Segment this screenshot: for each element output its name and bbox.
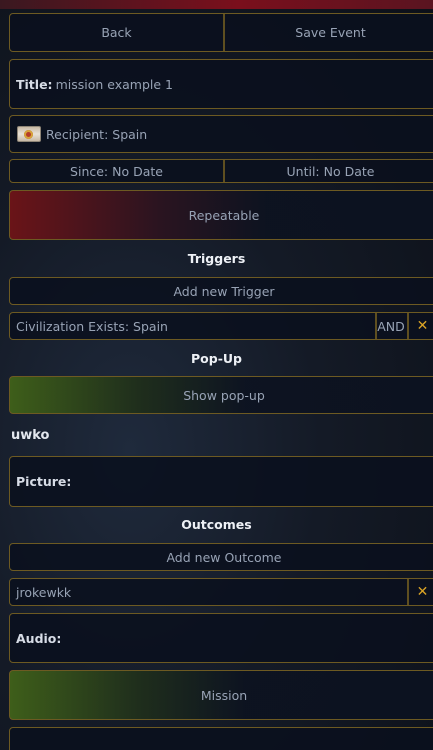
trigger-operator: AND: [377, 318, 405, 334]
show-popup-toggle[interactable]: Show pop-up: [9, 376, 433, 414]
since-date-button[interactable]: Since: No Date: [10, 160, 223, 182]
audio-field[interactable]: Audio:: [9, 613, 433, 663]
outcome-label-button[interactable]: jrokewkk: [10, 579, 407, 605]
next-panel-partial: [9, 727, 433, 750]
until-date-button[interactable]: Until: No Date: [223, 160, 433, 182]
repeatable-toggle[interactable]: Repeatable: [9, 190, 433, 240]
outcome-item: jrokewkk ✕: [9, 578, 433, 606]
close-icon: ✕: [416, 584, 429, 600]
close-icon: ✕: [416, 318, 429, 334]
add-outcome-label: Add new Outcome: [166, 549, 282, 565]
until-label: Until: No Date: [286, 163, 375, 179]
trigger-item: Civilization Exists: Spain AND ✕: [9, 312, 433, 340]
recipient-label: Recipient: Spain: [46, 126, 148, 142]
title-field[interactable]: Title: mission example 1: [9, 59, 433, 109]
outcome-label: jrokewkk: [16, 584, 72, 600]
trigger-label-button[interactable]: Civilization Exists: Spain: [10, 313, 375, 339]
trigger-operator-button[interactable]: AND: [375, 313, 407, 339]
date-range: Since: No Date Until: No Date: [9, 159, 433, 183]
outcome-delete-button[interactable]: ✕: [407, 579, 433, 605]
picture-field[interactable]: Picture:: [9, 456, 433, 507]
triggers-header: Triggers: [187, 251, 246, 266]
title-value: mission example 1: [55, 76, 173, 92]
save-event-label: Save Event: [295, 25, 366, 40]
title-label: Title:: [16, 76, 53, 92]
toolbar: Back Save Event: [9, 13, 433, 52]
mission-label: Mission: [200, 687, 248, 703]
outcomes-header: Outcomes: [181, 517, 252, 532]
picture-label: Picture:: [16, 474, 72, 489]
add-trigger-label: Add new Trigger: [173, 283, 275, 299]
add-outcome-button[interactable]: Add new Outcome: [9, 543, 433, 571]
popup-header: Pop-Up: [191, 351, 242, 366]
show-popup-label: Show pop-up: [183, 387, 265, 403]
spain-flag-icon: [17, 126, 41, 142]
since-label: Since: No Date: [70, 163, 163, 179]
top-edge-bar: [0, 0, 433, 9]
recipient-button[interactable]: Recipient: Spain: [9, 115, 433, 153]
audio-label: Audio:: [16, 630, 62, 646]
popup-text: uwko: [11, 428, 50, 443]
save-event-button[interactable]: Save Event: [223, 14, 433, 51]
trigger-delete-button[interactable]: ✕: [407, 313, 433, 339]
repeatable-label: Repeatable: [188, 207, 260, 223]
mission-toggle[interactable]: Mission: [9, 670, 433, 720]
trigger-label: Civilization Exists: Spain: [16, 318, 168, 334]
back-button[interactable]: Back: [10, 14, 223, 51]
add-trigger-button[interactable]: Add new Trigger: [9, 277, 433, 305]
back-button-label: Back: [101, 25, 132, 40]
